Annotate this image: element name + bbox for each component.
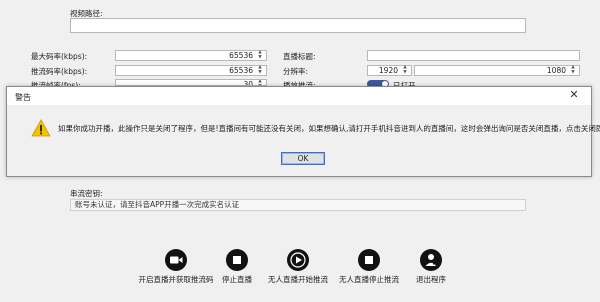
live-title-label: 直播标题: bbox=[283, 52, 316, 61]
stop-live-button[interactable]: 停止直播 bbox=[218, 249, 256, 285]
unmanned-start-button[interactable]: 无人直播开始推流 bbox=[264, 249, 332, 285]
resolution-height-spinbox[interactable]: 1080 ▲ ▼ bbox=[414, 65, 580, 76]
warning-dialog: 警告 ✕ 如果你成功开播，此操作只是关闭了程序，但是!直播间有可能还没有关闭，如… bbox=[6, 86, 600, 177]
video-camera-icon bbox=[165, 249, 187, 271]
start-live-button[interactable]: 开启直播并获取推流码 bbox=[136, 249, 216, 285]
spin-arrows-icon[interactable]: ▲ ▼ bbox=[256, 65, 264, 75]
video-path-input[interactable] bbox=[70, 18, 526, 33]
spin-arrows-icon[interactable]: ▲ ▼ bbox=[569, 65, 577, 75]
unmanned-stop-button[interactable]: 无人直播停止推流 bbox=[335, 249, 403, 285]
max-bitrate-value: 65536 bbox=[229, 51, 253, 60]
push-bitrate-value: 65536 bbox=[229, 66, 253, 75]
spin-arrows-icon[interactable]: ▲ ▼ bbox=[401, 65, 409, 75]
dialog-body: 如果你成功开播，此操作只是关闭了程序，但是!直播间有可能还没有关闭，如果想确认,… bbox=[7, 105, 600, 176]
stream-key-field[interactable]: 账号未认证，请至抖音APP开播一次完成实名认证 bbox=[70, 199, 526, 211]
max-bitrate-spinbox[interactable]: 65536 ▲ ▼ bbox=[115, 50, 267, 61]
push-bitrate-spinbox[interactable]: 65536 ▲ ▼ bbox=[115, 65, 267, 76]
unmanned-stop-label: 无人直播停止推流 bbox=[339, 275, 399, 284]
stop-icon bbox=[358, 249, 380, 271]
stop-icon bbox=[226, 249, 248, 271]
dialog-message: 如果你成功开播，此操作只是关闭了程序，但是!直播间有可能还没有关闭，如果想确认,… bbox=[58, 124, 600, 133]
resolution-height-value: 1080 bbox=[546, 66, 566, 75]
max-bitrate-label: 最大码率(kbps): bbox=[31, 52, 88, 61]
stream-key-label: 串流密钥: bbox=[70, 189, 103, 198]
exit-button[interactable]: 退出程序 bbox=[411, 249, 451, 285]
warning-icon bbox=[31, 119, 51, 137]
push-bitrate-label: 推流码率(kbps): bbox=[31, 67, 88, 76]
resolution-width-spinbox[interactable]: 1920 ▲ ▼ bbox=[367, 65, 412, 76]
user-exit-icon bbox=[420, 249, 442, 271]
stop-live-label: 停止直播 bbox=[222, 275, 252, 284]
close-icon[interactable]: ✕ bbox=[567, 88, 581, 102]
spin-arrows-icon[interactable]: ▲ ▼ bbox=[256, 50, 264, 60]
ok-button[interactable]: OK bbox=[281, 152, 325, 165]
resolution-width-value: 1920 bbox=[378, 66, 398, 75]
push-fps-spinbox[interactable]: 30 ▲ ▼ bbox=[115, 79, 267, 86]
play-icon bbox=[287, 249, 309, 271]
dialog-title: 警告 bbox=[15, 93, 31, 102]
start-live-label: 开启直播并获取推流码 bbox=[138, 275, 214, 284]
live-title-input[interactable] bbox=[367, 50, 580, 61]
exit-label: 退出程序 bbox=[416, 275, 446, 284]
resolution-label: 分辨率: bbox=[283, 67, 309, 76]
unmanned-start-label: 无人直播开始推流 bbox=[268, 275, 328, 284]
